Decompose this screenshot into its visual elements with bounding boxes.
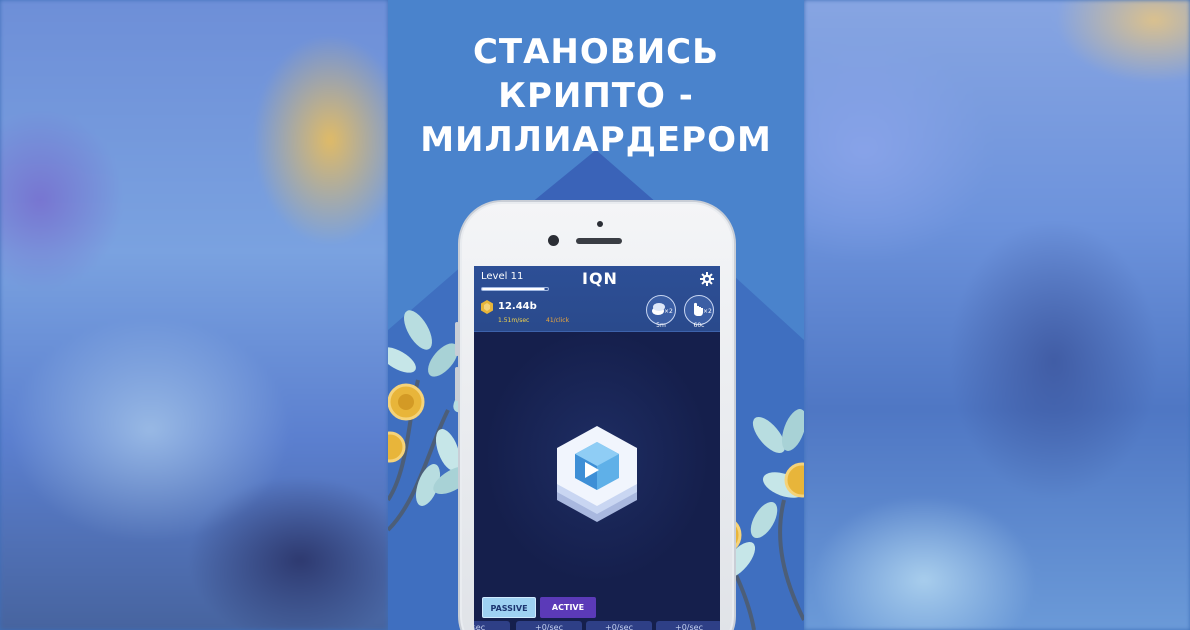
upgrade-card[interactable]: /sec — [474, 621, 510, 630]
blurred-background-right — [804, 0, 1190, 630]
phone-volume-button — [455, 367, 459, 401]
tab-active[interactable]: ACTIVE — [540, 597, 596, 618]
settings-gear-icon[interactable] — [700, 272, 714, 286]
iqn-token-button[interactable] — [549, 422, 645, 528]
click-boost-timer: 60c — [693, 322, 705, 329]
headline-line-2: КРИПТО - — [498, 76, 694, 116]
click-boost-button[interactable]: ×2 — [684, 295, 714, 325]
app-screen: Level 11 IQN 12.44b 1.51m/sec 41/click ×… — [474, 266, 720, 630]
tab-passive[interactable]: PASSIVE — [482, 597, 536, 618]
boost-multiplier-text: ×2 — [703, 308, 712, 315]
coin-icon — [481, 300, 493, 314]
upgrade-card[interactable]: +0/sec — [656, 621, 720, 630]
level-label: Level 11 — [481, 271, 524, 282]
coins-boost-icon: ×2 — [652, 303, 673, 315]
blurred-background-left — [0, 0, 388, 630]
hand-pointer-icon: ×2 — [694, 302, 712, 316]
phone-speaker — [576, 238, 622, 244]
passive-boost-button[interactable]: ×2 — [646, 295, 676, 325]
balance-value: 12.44b — [498, 301, 537, 312]
app-logo: IQN — [582, 269, 618, 288]
promo-banner: СТАНОВИСЬ КРИПТО - МИЛЛИАРДЕРОМ Level 11… — [388, 0, 804, 630]
level-progress-bar — [481, 287, 549, 291]
passive-boost-timer: 5m — [656, 322, 666, 329]
boost-multiplier-text: ×2 — [664, 308, 673, 315]
phone-mockup: Level 11 IQN 12.44b 1.51m/sec 41/click ×… — [455, 200, 736, 630]
passive-rate: 1.51m/sec — [498, 317, 530, 324]
headline-line-3: МИЛЛИАРДЕРОМ — [420, 120, 772, 160]
click-rate: 41/click — [546, 317, 570, 324]
headline-line-1: СТАНОВИСЬ — [472, 32, 720, 72]
phone-camera — [548, 235, 559, 246]
phone-volume-button — [455, 322, 459, 356]
upgrade-list: /sec +0/sec +0/sec +0/sec — [474, 621, 720, 630]
headline: СТАНОВИСЬ КРИПТО - МИЛЛИАРДЕРОМ — [388, 30, 804, 162]
phone-sensor — [597, 221, 603, 227]
app-top-bar: Level 11 IQN 12.44b 1.51m/sec 41/click ×… — [474, 266, 720, 332]
upgrade-card[interactable]: +0/sec — [516, 621, 582, 630]
upgrade-card[interactable]: +0/sec — [586, 621, 652, 630]
